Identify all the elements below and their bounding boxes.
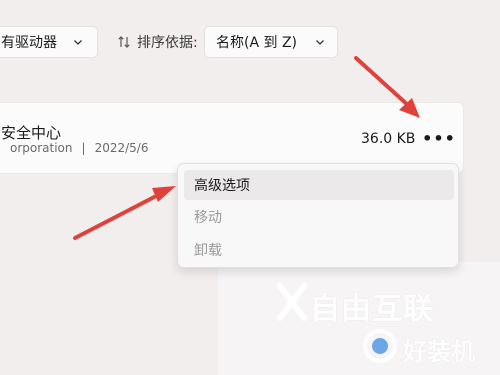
watermark: 自由互联 好装机 — [270, 280, 500, 375]
sort-icon — [118, 36, 130, 48]
app-name: 安全中心 — [1, 124, 62, 142]
menu-item-label: 高级选项 — [194, 178, 250, 194]
sort-label-text: 排序依据: — [137, 35, 198, 51]
menu-item-label: 移动 — [194, 210, 222, 226]
more-options-icon: ••• — [422, 129, 456, 148]
app-install-date: 2022/5/6 — [94, 141, 149, 155]
context-menu: 高级选项 移动 卸载 — [177, 163, 459, 268]
menu-item-advanced-options[interactable]: 高级选项 — [184, 170, 454, 200]
sort-label: 排序依据: — [117, 32, 198, 52]
annotation-arrow-to-menu — [73, 186, 176, 240]
menu-item-uninstall[interactable]: 卸载 — [184, 235, 454, 265]
watermark-x-logo — [277, 283, 307, 321]
app-meta: orporation | 2022/5/6 — [10, 141, 148, 155]
chevron-down-icon — [316, 40, 324, 45]
app-size: 36.0 KB — [361, 131, 416, 147]
more-options-button[interactable]: ••• — [422, 127, 456, 151]
sort-dropdown[interactable]: 名称(A 到 Z) — [204, 26, 338, 58]
watermark-text: 自由互联 — [310, 292, 434, 327]
menu-item-move[interactable]: 移动 — [184, 202, 454, 232]
meta-separator: | — [81, 141, 86, 155]
filter-dropdown[interactable]: 有驱动器 — [0, 26, 98, 58]
filter-dropdown-value: 有驱动器 — [1, 35, 57, 51]
app-publisher: orporation — [10, 141, 73, 155]
watermark-subtext: 好装机 — [403, 338, 475, 366]
chevron-down-icon — [74, 40, 82, 45]
watermark-logo-icon — [363, 329, 397, 363]
sort-dropdown-value: 名称(A 到 Z) — [216, 35, 297, 51]
menu-item-label: 卸载 — [194, 243, 222, 259]
